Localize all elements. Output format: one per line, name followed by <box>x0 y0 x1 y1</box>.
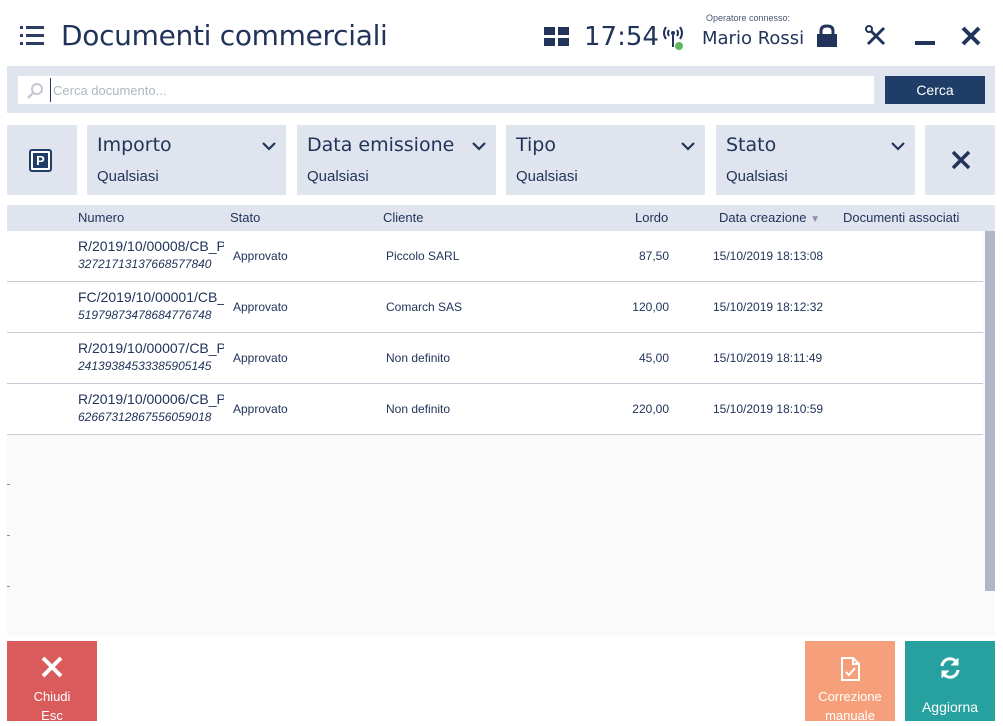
search-icon <box>27 83 43 99</box>
chevron-down-icon <box>472 142 486 151</box>
cell-cliente: Comarch SAS <box>386 300 463 314</box>
search-bar: Cerca <box>7 66 995 113</box>
filter-row: P Importo Qualsiasi Data emissione Quals… <box>0 125 1003 195</box>
parking-button[interactable]: P <box>7 125 77 195</box>
column-header-documenti-associati[interactable]: Documenti associati <box>843 210 959 225</box>
refresh-icon <box>940 657 960 679</box>
column-header-stato[interactable]: Stato <box>230 210 260 225</box>
filter-tipo[interactable]: Tipo Qualsiasi <box>506 125 705 195</box>
column-header-cliente[interactable]: Cliente <box>383 210 423 225</box>
cell-code: 32721713137668577840 <box>78 257 212 271</box>
chevron-down-icon <box>262 142 276 151</box>
sort-desc-icon: ▼ <box>810 214 820 225</box>
cell-code: 24139384533385905145 <box>78 359 212 373</box>
filter-stato[interactable]: Stato Qualsiasi <box>716 125 915 195</box>
cell-data: 15/10/2019 18:13:08 <box>713 249 824 263</box>
table-row[interactable]: FC/2019/10/00001/CB_ 5197987347868477674… <box>7 282 983 333</box>
operator-name: Mario Rossi <box>702 28 805 49</box>
tools-icon[interactable] <box>864 24 888 48</box>
operator-caption: Operatore connesso: <box>706 13 791 23</box>
row-tick <box>7 535 10 536</box>
refresh-button-label: Aggiorna <box>921 699 979 715</box>
clear-filters-icon <box>951 150 971 170</box>
cell-stato: Approvato <box>233 249 288 263</box>
cell-code: 62667312867556059018 <box>78 410 212 424</box>
cell-stato: Approvato <box>233 351 288 365</box>
table-row[interactable]: R/2019/10/00007/CB_P 2413938453338590514… <box>7 333 983 384</box>
cell-lordo: 120,00 <box>632 300 669 314</box>
manual-correction-button[interactable]: Correzione manuale <box>805 641 895 723</box>
cell-data: 15/10/2019 18:11:49 <box>713 351 823 365</box>
search-field[interactable] <box>17 75 875 105</box>
chevron-down-icon <box>681 142 695 151</box>
filter-label: Stato <box>726 134 777 156</box>
clear-filters-button[interactable] <box>925 125 995 195</box>
filter-importo[interactable]: Importo Qualsiasi <box>87 125 286 195</box>
cell-lordo: 87,50 <box>638 249 669 263</box>
cell-numero: R/2019/10/00007/CB_P <box>78 340 224 356</box>
close-esc-button[interactable]: Chiudi Esc <box>7 641 97 723</box>
filter-value: Qualsiasi <box>516 168 578 185</box>
column-header-numero[interactable]: Numero <box>78 210 124 225</box>
cell-numero: R/2019/10/00006/CB_P <box>78 391 224 407</box>
filter-value: Qualsiasi <box>726 168 788 185</box>
table-row[interactable]: R/2019/10/00008/CB_P 3272171313766857784… <box>7 231 983 282</box>
cell-numero: FC/2019/10/00001/CB_ <box>78 289 224 305</box>
column-header-lordo[interactable]: Lordo <box>635 210 668 225</box>
connection-signal-icon <box>663 26 683 50</box>
cell-code: 51979873478684776748 <box>78 308 212 322</box>
documents-table: R/2019/10/00008/CB_P 3272171313766857784… <box>7 231 995 636</box>
row-tick <box>7 484 10 485</box>
close-button-shortcut: Esc <box>41 708 63 723</box>
cell-cliente: Piccolo SARL <box>386 249 460 263</box>
filter-label: Data emissione <box>307 134 455 156</box>
grid-icon[interactable] <box>544 27 570 47</box>
column-header-data-creazione-label: Data creazione <box>719 210 807 225</box>
chevron-down-icon <box>891 142 905 151</box>
table-header: Numero Stato Cliente Lordo Data creazion… <box>7 205 995 231</box>
manual-correction-label-line2: manuale <box>825 708 875 723</box>
cell-stato: Approvato <box>233 402 288 416</box>
lock-icon[interactable] <box>816 24 838 48</box>
filter-value: Qualsiasi <box>97 168 159 185</box>
manual-correction-label-line1: Correzione <box>818 689 882 704</box>
row-tick <box>7 586 10 587</box>
cell-data: 15/10/2019 18:12:32 <box>713 300 824 314</box>
cell-numero: R/2019/10/00008/CB_P <box>78 238 224 254</box>
document-edit-icon <box>841 657 860 681</box>
minimize-icon[interactable] <box>913 24 937 48</box>
refresh-button[interactable]: Aggiorna <box>905 641 995 721</box>
parking-icon: P <box>29 149 52 172</box>
table-scrollbar[interactable] <box>985 231 995 591</box>
header-bar: Documenti commerciali 17:54 Operatore co… <box>0 0 1003 66</box>
cell-cliente: Non definito <box>386 402 451 416</box>
filter-data-emissione[interactable]: Data emissione Qualsiasi <box>297 125 496 195</box>
cell-cliente: Non definito <box>386 351 451 365</box>
cell-stato: Approvato <box>233 300 288 314</box>
page-title: Documenti commerciali <box>61 19 388 52</box>
close-icon[interactable] <box>960 24 982 48</box>
search-input[interactable] <box>50 78 870 102</box>
column-header-data-creazione[interactable]: Data creazione ▼ <box>719 210 820 225</box>
cell-lordo: 45,00 <box>638 351 669 365</box>
close-icon <box>41 656 63 678</box>
cell-lordo: 220,00 <box>632 402 669 416</box>
filter-value: Qualsiasi <box>307 168 369 185</box>
menu-icon[interactable] <box>20 26 44 46</box>
table-row[interactable]: R/2019/10/00006/CB_P 6266731286755605901… <box>7 384 983 435</box>
filter-label: Importo <box>97 134 172 156</box>
clock: 17:54 <box>584 22 659 52</box>
search-button[interactable]: Cerca <box>885 76 985 104</box>
filter-label: Tipo <box>516 134 556 156</box>
footer-bar: Chiudi Esc Correzione manuale Aggiorna <box>0 636 1003 726</box>
cell-data: 15/10/2019 18:10:59 <box>713 402 824 416</box>
close-button-label: Chiudi <box>33 689 71 704</box>
